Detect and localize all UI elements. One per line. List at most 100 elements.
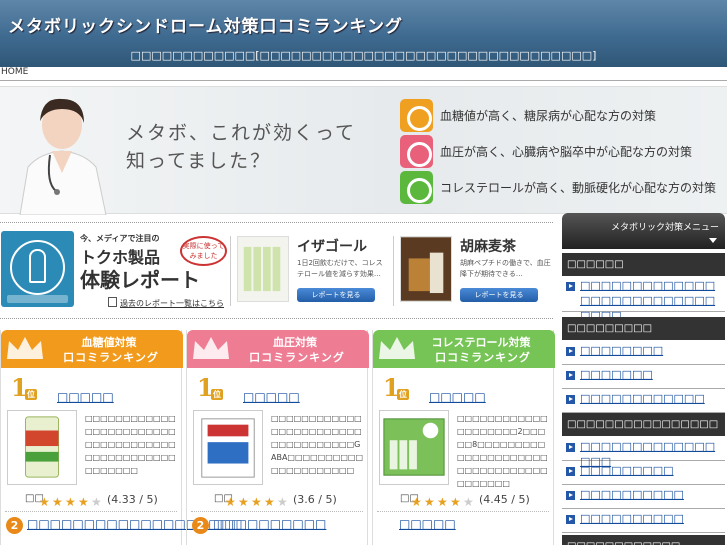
- star-icon: ★: [264, 495, 275, 509]
- rank-1-product-image[interactable]: [193, 410, 263, 485]
- ranking-cholesterol: コレステロール対策 口コミランキング 1位 □□□□□ □□□□□□□□□□□□…: [372, 330, 555, 545]
- crown-icon: [193, 337, 229, 359]
- crown-icon: [7, 337, 43, 359]
- sidebar-item[interactable]: □□□□□□□: [562, 367, 725, 389]
- ranking-category: 血糖値対策: [81, 336, 137, 349]
- rank-1-description: □□□□□□□□□□□□□□□□□□□□□□□□□□□□□□□□□□□□□□□□…: [85, 414, 176, 475]
- view-report-button[interactable]: レポートを見る: [297, 288, 375, 302]
- rank-2-badge: 2: [192, 517, 209, 534]
- past-reports-link[interactable]: 過去のレポート一覧はこちら: [120, 298, 224, 309]
- product-izagoal: イザゴール 1日2回飲むだけで、コレステロール値を減らす効果… レポートを見る: [230, 236, 390, 306]
- sidebar-section-title: □□□□□□□□□□□□□□□□: [562, 413, 725, 436]
- sidebar-item[interactable]: □□□□□□□□□□□□: [562, 391, 725, 413]
- ranking-category: コレステロール対策: [431, 336, 531, 349]
- sidebar-section-title: □□□□□□: [562, 253, 725, 276]
- rank-2-badge: 2: [6, 517, 23, 534]
- star-icon: ★: [78, 495, 89, 509]
- sidebar-item-label[interactable]: □□□□□□□□□□: [580, 487, 722, 502]
- measure-label: 血糖値が高く、糖尿病が心配な方の対策: [440, 109, 657, 123]
- product-image: [237, 236, 289, 302]
- sidebar-header[interactable]: メタボリック対策メニュー: [562, 213, 725, 249]
- arrow-right-icon: [566, 515, 575, 524]
- rank-1-product-image[interactable]: [7, 410, 77, 485]
- sidebar-section-title: □□□□□□□□□□□□: [562, 535, 725, 545]
- star-icon: ★: [411, 495, 422, 509]
- divider: [0, 222, 553, 223]
- banner-headline-line2: 知ってました？: [126, 150, 272, 172]
- crown-icon: [379, 337, 415, 359]
- star-icon: ★: [437, 495, 448, 509]
- measure-link-blood-sugar[interactable]: 血糖値が高く、糖尿病が心配な方の対策: [400, 99, 722, 132]
- arrow-right-icon: [566, 282, 575, 291]
- product-name[interactable]: 胡麻麦茶: [460, 236, 516, 256]
- star-icon: ★: [238, 495, 249, 509]
- ranking-subtitle: 口コミランキング: [63, 351, 159, 364]
- view-report-button[interactable]: レポートを見る: [460, 288, 538, 302]
- sidebar-item[interactable]: □□□□□□□□□□: [562, 511, 725, 533]
- sidebar-title: メタボリック対策メニュー: [610, 223, 719, 233]
- sidebar-item-label[interactable]: □□□□□□□□□□: [580, 511, 722, 526]
- product-name[interactable]: イザゴール: [297, 236, 367, 256]
- blood-sugar-icon: [400, 99, 433, 132]
- banner-headline: メタボ、これが効くって 知ってました？: [126, 119, 356, 175]
- banner-headline-line1: メタボ、これが効くって: [126, 122, 357, 144]
- rating-stars: ★ ★ ★ ★ ★: [411, 491, 476, 509]
- rank-1-product-link[interactable]: □□□□□: [57, 390, 114, 404]
- rank-1-medal-icon: 1位: [11, 373, 37, 402]
- tokuho-report-title: 体験レポート: [80, 268, 200, 292]
- ranking-header: 血糖値対策 口コミランキング: [1, 330, 183, 368]
- arrow-right-icon: [566, 395, 575, 404]
- sidebar-item[interactable]: □□□□□□□□□□: [562, 487, 725, 509]
- divider: [191, 511, 363, 512]
- product-goma-mugicha: 胡麻麦茶 胡麻ペプチドの働きで、血圧降下が期待できる… レポートを見る: [393, 236, 553, 306]
- measure-link-cholesterol[interactable]: コレステロールが高く、動脈硬化が心配な方の対策: [400, 171, 722, 204]
- rating-score: (4.45 / 5): [479, 493, 530, 506]
- tokuho-mark-icon: [1, 231, 74, 307]
- star-icon: ★: [39, 495, 50, 509]
- rating-score: (3.6 / 5): [293, 493, 337, 506]
- arrow-right-icon: [566, 347, 575, 356]
- divider: [0, 318, 553, 319]
- product-description: 胡麻ペプチドの働きで、血圧降下が期待できる…: [460, 259, 551, 278]
- rank-1-product-link[interactable]: □□□□□: [429, 390, 486, 404]
- star-icon: ★: [424, 495, 435, 509]
- star-icon: ★: [225, 495, 236, 509]
- star-icon: ★: [450, 495, 461, 509]
- rank-1-description: □□□□□□□□□□□□□□□□□□□□2□□□□□8□□□□□□□□□□□□□…: [457, 414, 548, 488]
- rank-1-product-link[interactable]: □□□□□: [243, 390, 300, 404]
- measure-label: コレステロールが高く、動脈硬化が心配な方の対策: [440, 181, 717, 195]
- document-icon: [108, 297, 117, 307]
- rank-1-medal-icon: 1位: [197, 373, 223, 402]
- page: メタボリックシンドローム対策口コミランキング □□□□□□□□□□□□[□□□□…: [0, 0, 727, 545]
- cholesterol-icon: [400, 171, 433, 204]
- sidebar-item-label[interactable]: □□□□□□□□□: [580, 463, 722, 478]
- site-header: メタボリックシンドローム対策口コミランキング □□□□□□□□□□□□[□□□□…: [0, 0, 727, 67]
- measure-link-blood-pressure[interactable]: 血圧が高く、心臓病や脳卒中が心配な方の対策: [400, 135, 722, 168]
- sidebar-item[interactable]: □□□□□□□□: [562, 343, 725, 365]
- star-icon: ★: [463, 495, 474, 509]
- rank-2-product-link[interactable]: □□□□□□□□□□: [213, 517, 326, 531]
- breadcrumb-home-link[interactable]: HOME: [1, 67, 28, 77]
- ranking-subtitle: 口コミランキング: [249, 351, 345, 364]
- divider: [5, 511, 177, 512]
- sidebar-item-label[interactable]: □□□□□□□□□□□□: [580, 391, 722, 406]
- rank-2-product-link[interactable]: □□□□□: [399, 517, 456, 531]
- arrow-right-icon: [566, 443, 575, 452]
- site-title[interactable]: メタボリックシンドローム対策口コミランキング: [8, 12, 403, 37]
- sidebar-item[interactable]: □□□□□□□□□: [562, 463, 725, 485]
- divider: [377, 511, 549, 512]
- sidebar-item[interactable]: □□□□□□□□□□□□□□□□□□□□□□□□□□□□□□: [562, 278, 725, 322]
- rating-stars: ★ ★ ★ ★ ★: [39, 491, 104, 509]
- arrow-right-icon: [566, 467, 575, 476]
- sidebar-item[interactable]: □□□□□□□□□□□□□□□□: [562, 439, 725, 468]
- rank-1-medal-icon: 1位: [383, 373, 409, 402]
- rank-1-product-image[interactable]: [379, 410, 449, 485]
- star-icon: ★: [251, 495, 262, 509]
- sidebar-item-label[interactable]: □□□□□□□□: [580, 343, 722, 358]
- star-icon: ★: [277, 495, 288, 509]
- star-icon: ★: [52, 495, 63, 509]
- measure-label: 血圧が高く、心臓病や脳卒中が心配な方の対策: [440, 145, 693, 159]
- product-image: [400, 236, 452, 302]
- sidebar-item-label[interactable]: □□□□□□□: [580, 367, 722, 382]
- chevron-down-icon: [709, 238, 717, 243]
